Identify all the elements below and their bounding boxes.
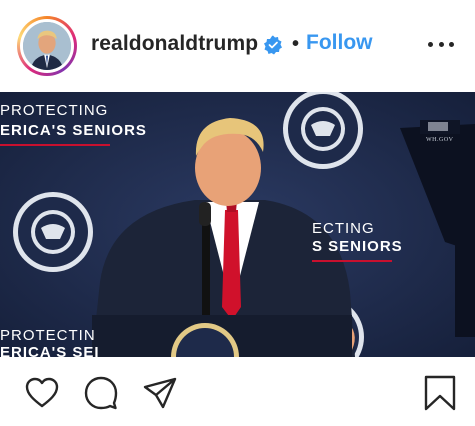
- username-link[interactable]: realdonaldtrump: [91, 32, 258, 56]
- banner-text-mid-line1: ECTING: [312, 220, 375, 237]
- banner-text-top-line1: PROTECTING: [0, 102, 109, 119]
- paper-plane-icon[interactable]: [142, 375, 178, 411]
- more-options-icon[interactable]: [428, 36, 454, 52]
- banner-text-mid-line2: S SENIORS: [312, 238, 403, 255]
- verified-badge-icon: [263, 35, 283, 55]
- profile-avatar: [23, 22, 71, 70]
- banner-accent-line-top: [0, 144, 110, 146]
- heart-icon[interactable]: [24, 375, 60, 411]
- banner-text-bottom-line2: ERICA'S SEI: [0, 344, 100, 357]
- banner-text-top-line2: ERICA'S SENIORS: [0, 122, 147, 139]
- bookmark-icon[interactable]: [422, 375, 458, 411]
- comment-icon[interactable]: [83, 375, 119, 411]
- presidential-seal-left: [13, 192, 93, 272]
- post-media[interactable]: PROTECTING ERICA'S SENIORS ECTING S SENI…: [0, 92, 475, 357]
- avatar[interactable]: [17, 16, 77, 76]
- podium: [92, 315, 352, 357]
- post-header: realdonaldtrump • Follow: [0, 0, 475, 90]
- separator-dot: •: [292, 33, 300, 55]
- banner-text-bottom-line1: PROTECTIN: [0, 327, 96, 344]
- follow-button[interactable]: Follow: [306, 31, 373, 55]
- banner-accent-line-mid: [312, 260, 392, 262]
- teleprompter-label: WH.GOV: [426, 137, 454, 143]
- post-actions: [0, 357, 475, 426]
- presidential-seal-top: [283, 92, 363, 169]
